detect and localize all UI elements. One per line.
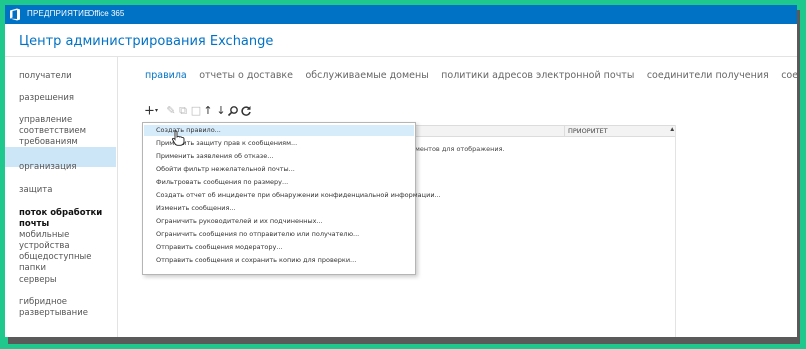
mail-flow-tabs: правила отчеты о доставке обслуживаемые … bbox=[145, 65, 797, 81]
brand-label[interactable]: ПРЕДПРИЯТИЕ bbox=[27, 9, 90, 18]
menu-item-restrict-managers[interactable]: Ограничить руководителей и их подчиненны… bbox=[156, 217, 323, 225]
office365-link[interactable]: Office 365 bbox=[88, 9, 124, 18]
app-window: ПРЕДПРИЯТИЕ Office 365 Центр администрир… bbox=[5, 5, 797, 337]
search-icon[interactable] bbox=[227, 105, 239, 117]
menu-item-filter-by-size[interactable]: Фильтровать сообщения по размеру... bbox=[156, 178, 288, 186]
menu-item-modify-messages[interactable]: Изменить сообщения... bbox=[156, 204, 236, 212]
sidebar-item-mail-flow[interactable]: поток обработки почты bbox=[19, 208, 115, 230]
move-up-icon[interactable]: ↑ bbox=[202, 105, 214, 117]
page-title: Центр администрирования Exchange bbox=[19, 34, 274, 49]
menu-item-incident-report[interactable]: Создать отчет об инциденте при обнаружен… bbox=[156, 191, 441, 199]
priority-column-header[interactable]: ПРИОРИТЕТ bbox=[568, 127, 608, 135]
menu-item-apply-disclaimers[interactable]: Применить заявления об отказе... bbox=[156, 152, 273, 160]
sidebar-item-mobile[interactable]: мобильные устройства bbox=[19, 230, 115, 252]
rules-grid-header bbox=[415, 125, 675, 137]
tab-rules[interactable]: правила bbox=[145, 70, 187, 81]
sidebar-item-public-folders[interactable]: общедоступные папки bbox=[19, 252, 115, 274]
sidebar-item-recipients[interactable]: получатели bbox=[19, 71, 115, 82]
move-down-icon[interactable]: ↓ bbox=[215, 105, 227, 117]
sidebar-item-servers[interactable]: серверы bbox=[19, 275, 115, 286]
sidebar-item-hybrid[interactable]: гибридное развертывание bbox=[19, 297, 89, 319]
edit-icon[interactable]: ✎ bbox=[165, 105, 177, 117]
tab-delivery-reports[interactable]: отчеты о доставке bbox=[199, 70, 293, 81]
menu-item-restrict-by-sender[interactable]: Ограничить сообщения по отправителю или … bbox=[156, 230, 359, 238]
sidebar-item-organization[interactable]: организация bbox=[19, 162, 115, 173]
menu-item-send-to-moderator[interactable]: Отправить сообщения модератору... bbox=[156, 243, 283, 251]
menu-item-send-and-keep-copy[interactable]: Отправить сообщения и сохранить копию дл… bbox=[156, 256, 356, 264]
hand-cursor-icon bbox=[171, 130, 185, 146]
details-pane-divider bbox=[675, 125, 676, 337]
top-bar: ПРЕДПРИЯТИЕ Office 365 bbox=[5, 5, 797, 24]
tab-email-address-policies[interactable]: политики адресов электронной почты bbox=[441, 70, 634, 81]
tab-accepted-domains[interactable]: обслуживаемые домены bbox=[305, 70, 428, 81]
tab-receive-connectors[interactable]: соединители получения bbox=[647, 70, 769, 81]
menu-item-create-rule[interactable]: Создать правило... bbox=[156, 126, 221, 134]
title-divider bbox=[5, 56, 797, 57]
empty-grid-message: ментов для отображения. bbox=[415, 145, 505, 153]
menu-item-bypass-spam-filter[interactable]: Обойти фильтр нежелательной почты... bbox=[156, 165, 295, 173]
refresh-icon[interactable] bbox=[240, 105, 252, 117]
add-icon[interactable]: +▾ bbox=[143, 105, 159, 118]
copy-icon[interactable]: ⧉ bbox=[177, 105, 189, 117]
sidebar-item-permissions[interactable]: разрешения bbox=[19, 93, 115, 104]
tab-send-connectors[interactable]: соединители отправки bbox=[781, 70, 797, 81]
grid-column-divider bbox=[564, 125, 565, 137]
delete-icon[interactable]: □ bbox=[190, 105, 202, 117]
office-logo-icon[interactable] bbox=[9, 8, 21, 21]
sidebar-item-compliance[interactable]: управление соответствием требованиям bbox=[19, 115, 89, 148]
sidebar-item-protection[interactable]: защита bbox=[19, 185, 115, 196]
sidebar-divider bbox=[117, 57, 118, 337]
